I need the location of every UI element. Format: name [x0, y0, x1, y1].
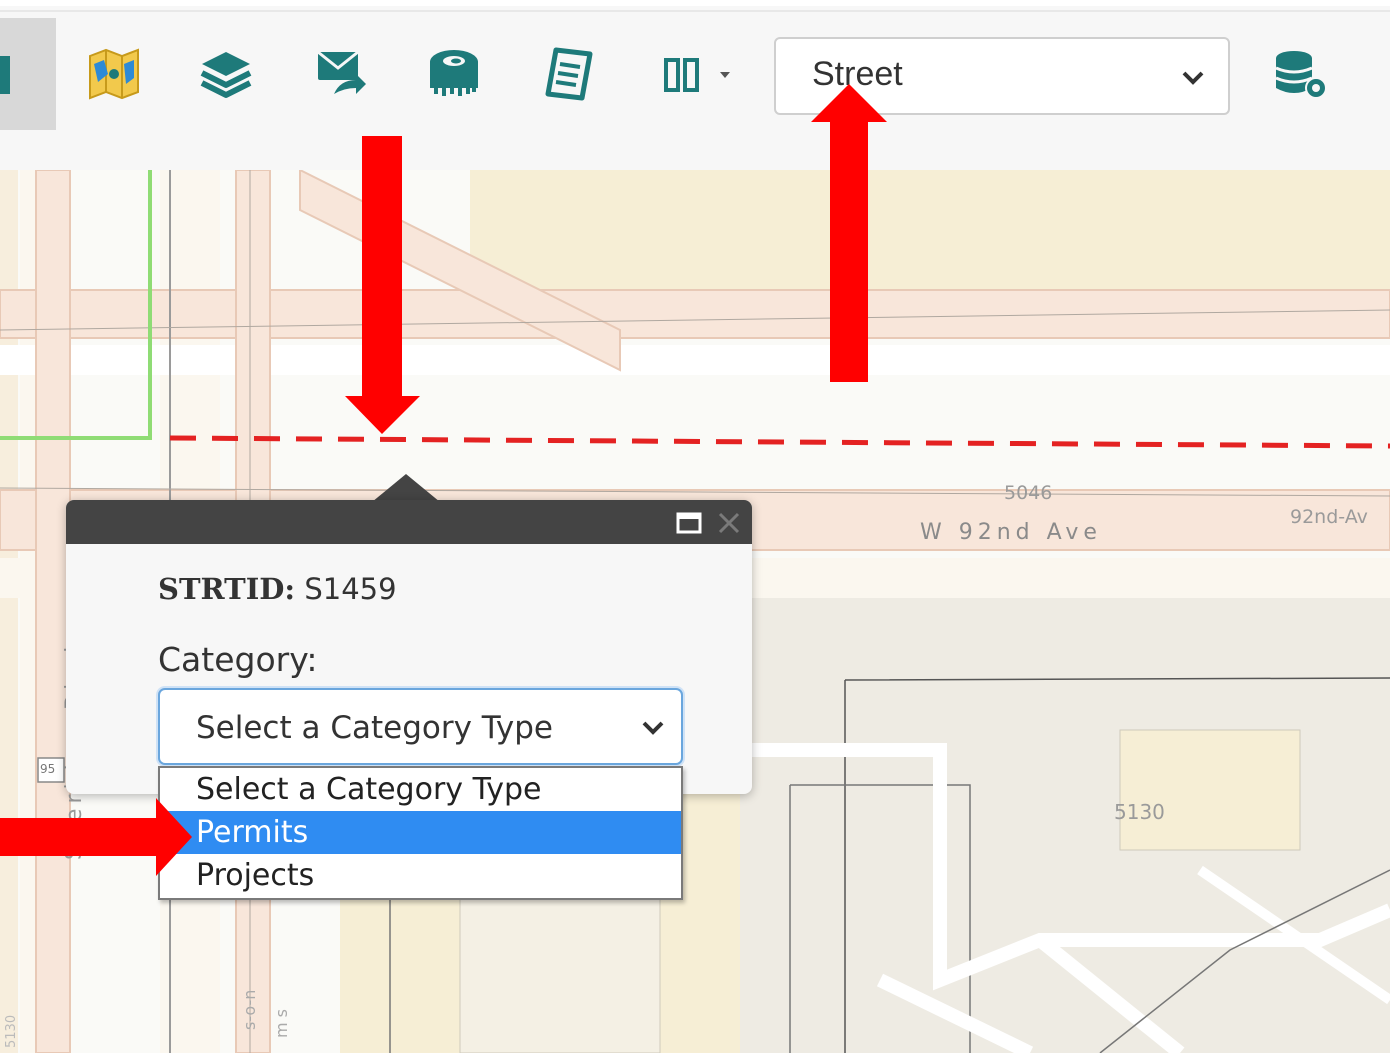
popup-body: STRTID: S1459 Category:	[158, 572, 397, 679]
category-label: Category:	[158, 640, 318, 679]
maximize-icon[interactable]	[676, 510, 702, 536]
popup-header	[66, 500, 752, 544]
measure-icon[interactable]	[424, 44, 484, 104]
share-icon[interactable]	[310, 44, 370, 104]
popup-pointer	[372, 474, 440, 502]
close-icon[interactable]	[716, 510, 742, 536]
category-select-value: Select a Category Type	[196, 710, 553, 746]
category-option[interactable]: Select a Category Type	[160, 768, 681, 811]
map-street-label-vertical: s-o-n	[240, 989, 259, 1030]
layers-icon[interactable]	[196, 44, 256, 104]
map-street-label-vertical: m s	[272, 1008, 291, 1038]
map-address-label: 5046	[1004, 482, 1053, 504]
basemap-select[interactable]: Street	[774, 37, 1230, 115]
route-shield-label: 95	[40, 762, 56, 776]
bookmarks-icon[interactable]	[660, 44, 730, 104]
map-street-label: W 92nd Ave	[920, 520, 1102, 545]
active-tool-icon[interactable]	[0, 44, 54, 104]
basemap-select-value: Street	[812, 55, 903, 93]
field-strtid: STRTID: S1459	[158, 572, 397, 606]
category-option-selected[interactable]: Permits	[160, 811, 681, 854]
field-name: STRTID:	[158, 572, 296, 606]
field-value: S1459	[304, 572, 397, 606]
map-icon[interactable]	[84, 44, 144, 104]
category-option[interactable]: Projects	[160, 854, 681, 897]
database-settings-icon[interactable]	[1270, 44, 1330, 104]
chevron-down-icon	[642, 721, 664, 735]
toolbar-top-border	[0, 10, 1390, 12]
map-address-label: 5130	[1114, 800, 1165, 824]
category-select[interactable]: Select a Category Type	[158, 688, 683, 765]
print-icon[interactable]	[540, 44, 600, 104]
category-dropdown-list: Select a Category Type Permits Projects	[158, 766, 683, 900]
chevron-down-icon	[1182, 71, 1204, 85]
toolbar: Street	[0, 0, 1390, 170]
map-street-label-right: 92nd-Av	[1290, 506, 1368, 528]
map-address-label-vertical: 5130	[4, 1014, 19, 1048]
